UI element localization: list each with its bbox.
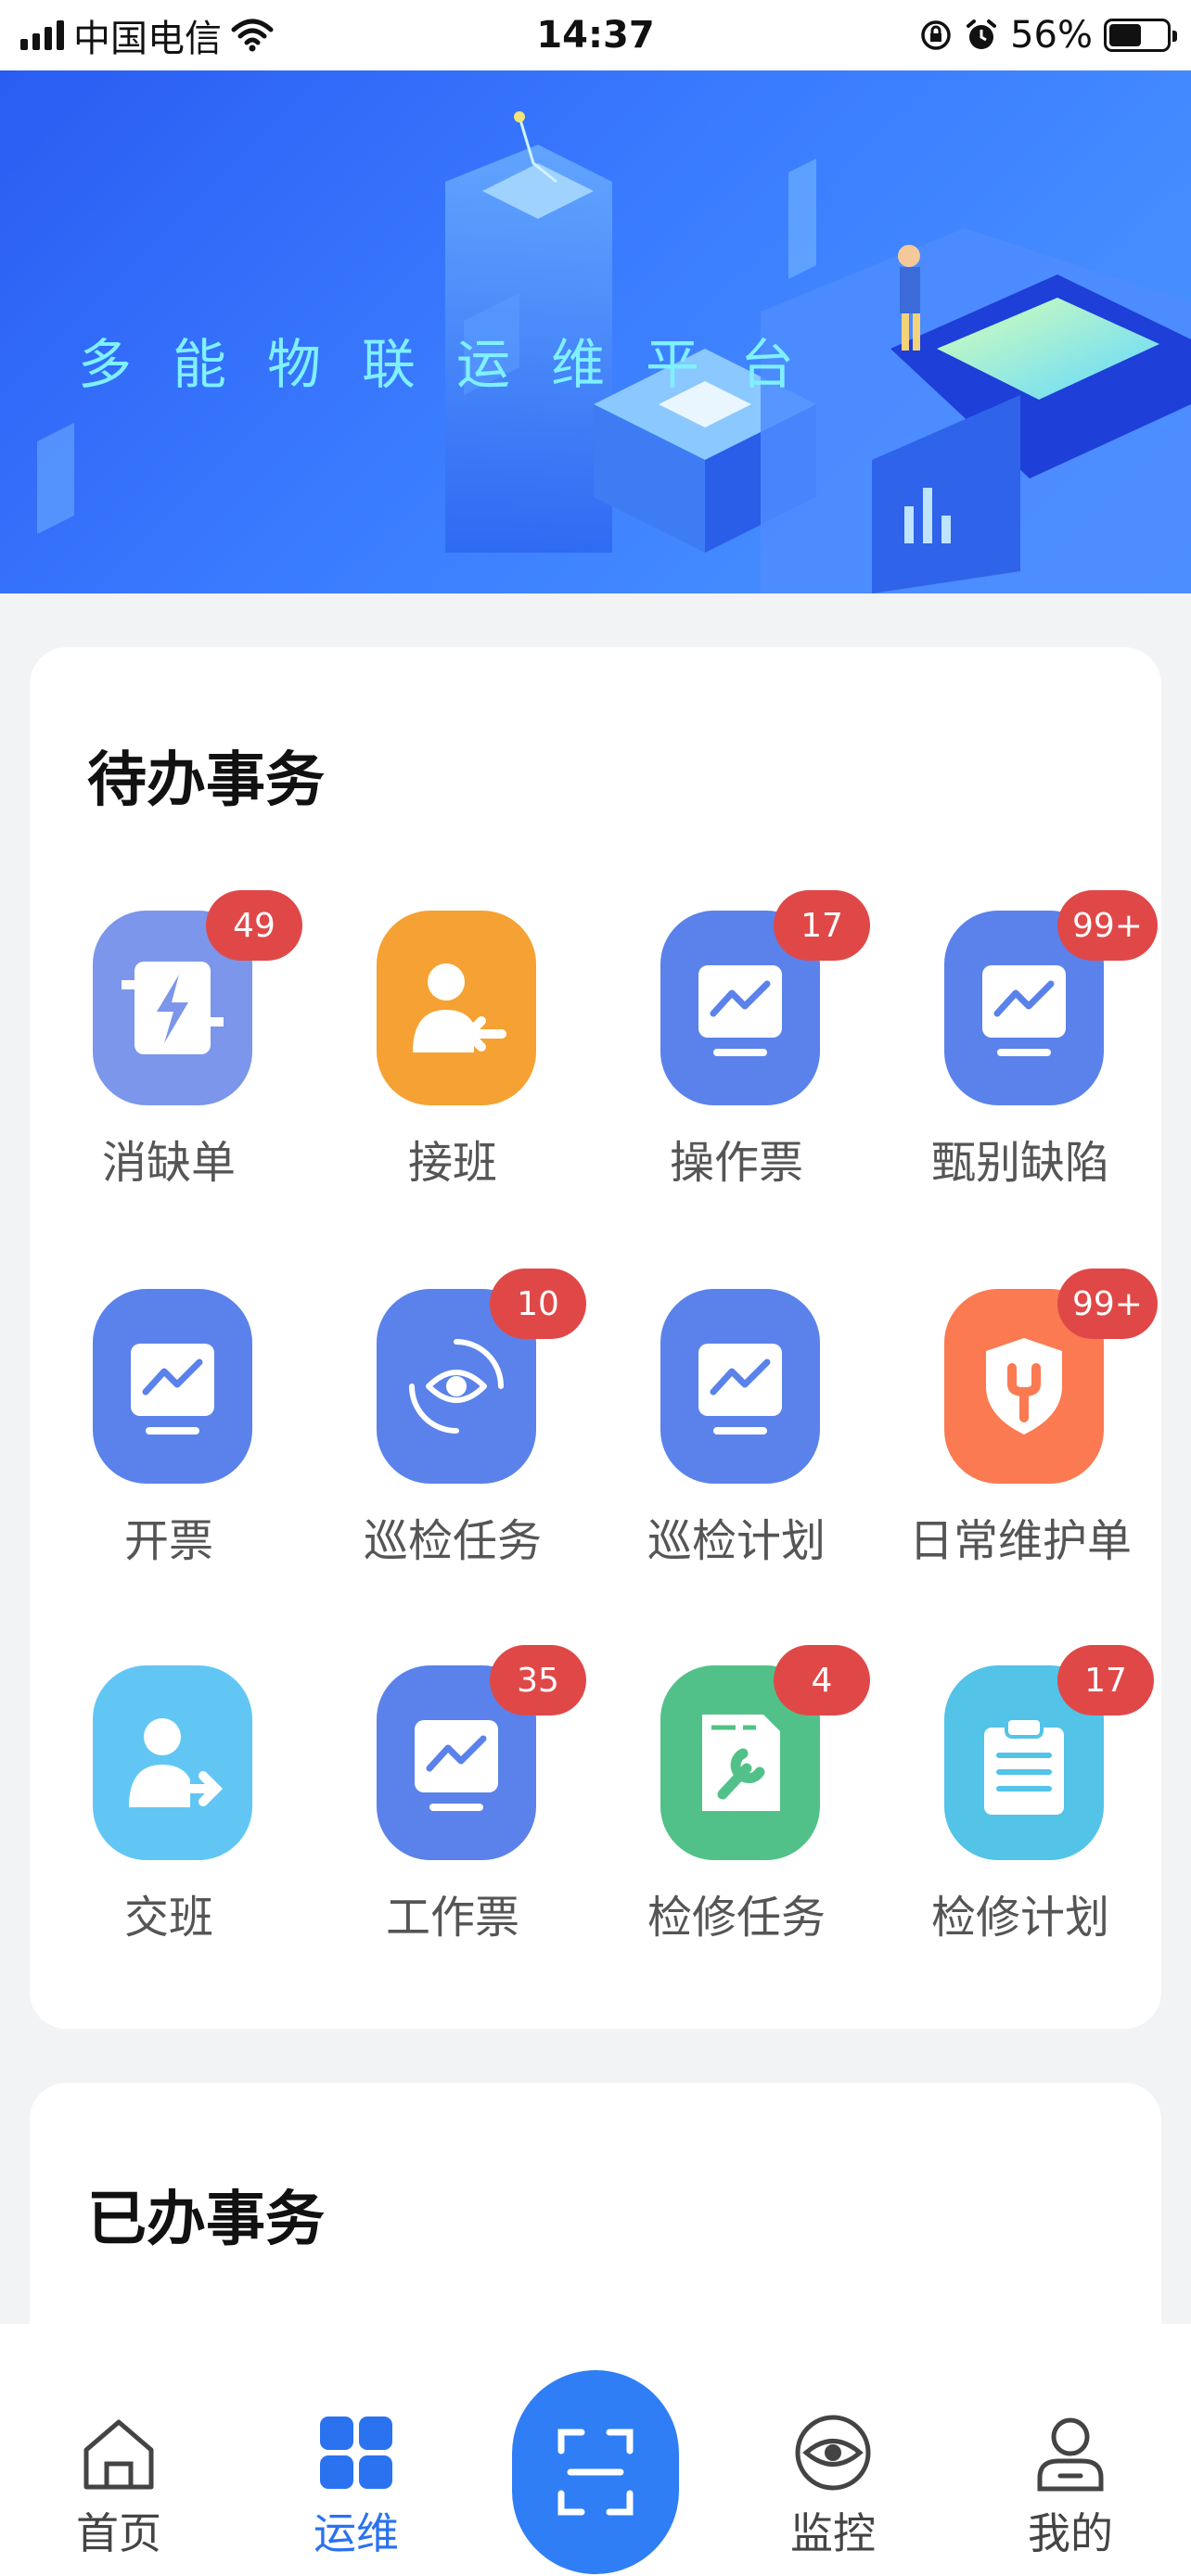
carrier-name: 中国电信 — [73, 18, 222, 60]
hero-banner: 多能物联运维平台 — [0, 70, 1191, 593]
count-badge: 99+ — [1057, 1269, 1158, 1339]
tab-home-label: 首页 — [76, 2508, 161, 2558]
todo-item-label: 接班 — [407, 1137, 497, 1189]
rotation-lock-icon — [921, 20, 951, 50]
status-right: 56% — [772, 14, 1177, 57]
status-left: 中国电信 — [20, 8, 419, 62]
count-badge: 4 — [774, 1645, 870, 1715]
user-arrow-out-icon — [93, 1665, 252, 1860]
todo-card: 待办事务 消缺单 49 接班 操作票 17 甄别缺陷 99+ 开票 巡检任务 10 巡检计划 日常维护… — [30, 647, 1161, 2029]
battery-icon — [1104, 19, 1177, 52]
tab-monitor-label: 监控 — [790, 2508, 876, 2558]
status-bar: 中国电信 14:37 56% — [0, 0, 1191, 70]
todo-item-9[interactable]: 交班 — [48, 1665, 289, 1944]
monitor-chart-icon — [660, 1289, 820, 1484]
todo-item-label: 检修任务 — [647, 1892, 826, 1944]
tab-mine-label: 我的 — [1028, 2508, 1113, 2558]
todo-item-10[interactable]: 工作票 35 — [332, 1645, 586, 1944]
done-title: 已办事务 — [87, 2186, 325, 2254]
todo-item-label: 甄别缺陷 — [930, 1137, 1109, 1189]
tab-operations[interactable]: 运维 — [273, 2413, 440, 2570]
todo-item-label: 巡检计划 — [647, 1515, 826, 1567]
tab-operations-label: 运维 — [314, 2508, 399, 2558]
todo-item-4[interactable]: 甄别缺陷 99+ — [900, 890, 1158, 1189]
banner-title: 多能物联运维平台 — [78, 333, 836, 396]
scan-button[interactable] — [512, 2370, 679, 2574]
tab-mine[interactable]: 我的 — [987, 2413, 1154, 2570]
count-badge: 17 — [774, 890, 870, 961]
todo-item-label: 消缺单 — [101, 1137, 236, 1189]
user-icon — [1037, 2417, 1104, 2492]
grid-icon — [320, 2417, 392, 2489]
todo-item-label: 日常维护单 — [908, 1515, 1132, 1567]
todo-title: 待办事务 — [87, 746, 325, 815]
clock-time: 14:37 — [536, 14, 655, 57]
user-arrow-in-icon — [377, 911, 536, 1105]
todo-item-label: 检修计划 — [930, 1892, 1109, 1944]
signal-icon — [20, 20, 64, 50]
todo-item-label: 交班 — [123, 1892, 213, 1944]
todo-item-11[interactable]: 检修任务 4 — [616, 1645, 870, 1944]
todo-item-1[interactable]: 消缺单 49 — [48, 890, 302, 1189]
tab-home[interactable]: 首页 — [35, 2413, 202, 2570]
scan-icon — [557, 2429, 634, 2516]
count-badge: 35 — [490, 1645, 586, 1715]
wifi-icon — [231, 19, 274, 52]
tab-monitor[interactable]: 监控 — [749, 2413, 916, 2570]
eye-icon — [795, 2415, 871, 2491]
todo-item-2[interactable]: 接班 — [332, 911, 573, 1189]
todo-item-label: 工作票 — [385, 1892, 519, 1944]
todo-item-6[interactable]: 巡检任务 10 — [332, 1269, 586, 1567]
todo-item-label: 操作票 — [669, 1137, 803, 1189]
todo-item-5[interactable]: 开票 — [48, 1289, 289, 1567]
alarm-icon — [967, 19, 997, 49]
count-badge: 49 — [206, 890, 302, 961]
todo-item-label: 开票 — [123, 1515, 213, 1567]
count-badge: 10 — [490, 1269, 586, 1339]
monitor-chart-icon — [93, 1289, 252, 1484]
home-icon — [83, 2419, 154, 2490]
bottom-tab-bar: 首页 运维 监控 我的 — [0, 2324, 1191, 2576]
count-badge: 17 — [1057, 1645, 1154, 1715]
todo-item-12[interactable]: 检修计划 17 — [900, 1645, 1154, 1944]
todo-item-8[interactable]: 日常维护单 99+ — [900, 1269, 1158, 1567]
battery-percent: 56% — [1010, 14, 1093, 57]
count-badge: 99+ — [1057, 890, 1158, 961]
todo-item-label: 巡检任务 — [363, 1515, 542, 1567]
todo-item-7[interactable]: 巡检计划 — [616, 1289, 857, 1567]
todo-item-3[interactable]: 操作票 17 — [616, 890, 870, 1189]
